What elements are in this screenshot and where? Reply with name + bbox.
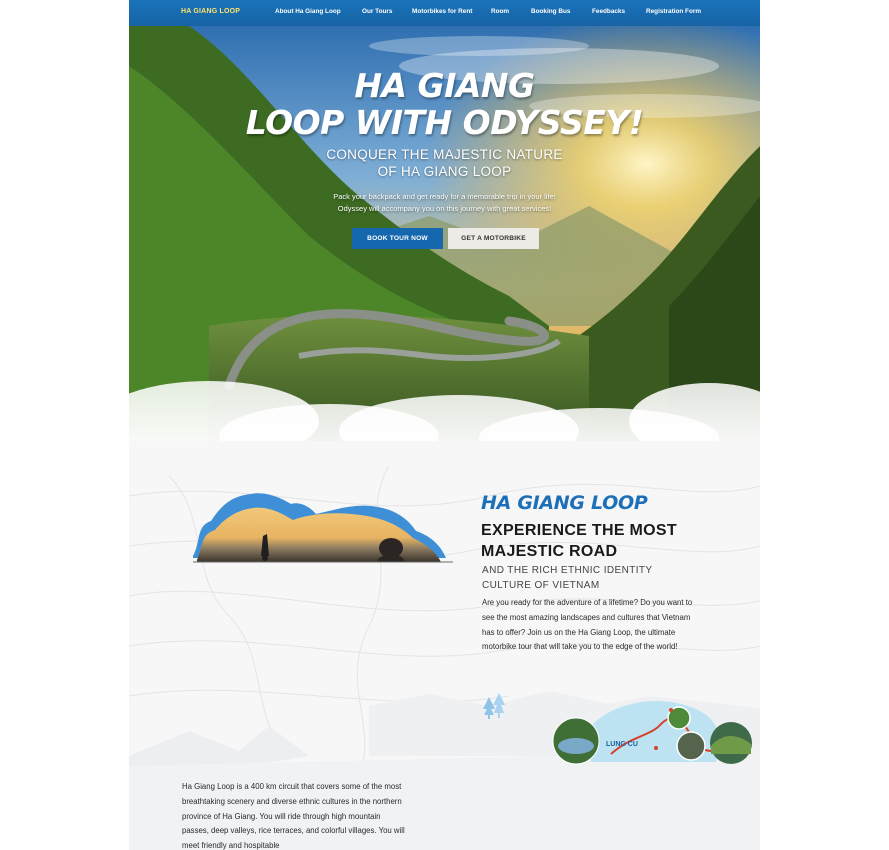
section-subheading-line-2: CULTURE OF VIETNAM [482, 580, 600, 591]
book-tour-button[interactable]: BOOK TOUR NOW [352, 228, 443, 249]
top-nav: HA GIANG LOOP About Ha Giang Loop Our To… [129, 0, 760, 26]
section-heading-line-1: EXPERIENCE THE MOST [481, 522, 677, 539]
nav-item-motorbikes[interactable]: Motorbikes for Rent [412, 8, 472, 15]
nav-item-room[interactable]: Room [491, 8, 509, 15]
nav-item-about[interactable]: About Ha Giang Loop [275, 8, 341, 15]
hero-title-line-1: HA GIANG [354, 66, 535, 105]
nav-item-tours[interactable]: Our Tours [362, 8, 392, 15]
section-heading-line-2: MAJESTIC ROAD [481, 543, 618, 560]
page: HA GIANG LOOP About Ha Giang Loop Our To… [129, 0, 760, 850]
section-script-title: HA GIANG LOOP [481, 492, 648, 514]
intro-photo [193, 493, 453, 563]
hero-description-line-2: Odyssey will accompany you on this journ… [337, 204, 552, 213]
hero-description-line-1: Pack your backpack and get ready for a m… [333, 192, 556, 201]
get-motorbike-button[interactable]: GET A MOTORBIKE [448, 228, 539, 249]
nav-item-feedbacks[interactable]: Feedbacks [592, 8, 625, 15]
route-map [552, 700, 752, 765]
brand-logo[interactable]: HA GIANG LOOP [181, 8, 240, 15]
hero-section: HA GIANG LOOP WITH ODYSSEY! CONQUER THE … [129, 26, 760, 456]
pine-tree-icon [483, 693, 505, 719]
nav-item-booking-bus[interactable]: Booking Bus [531, 8, 570, 15]
section-intro-text: Are you ready for the adventure of a lif… [482, 598, 693, 652]
hero-subtitle-line-1: CONQUER THE MAJESTIC NATURE [326, 147, 563, 162]
about-text: Ha Giang Loop is a 400 km circuit that c… [182, 782, 405, 850]
section-subheading-line-1: AND THE RICH ETHNIC IDENTITY [482, 565, 653, 576]
nav-item-registration[interactable]: Registration Form [646, 8, 701, 15]
section-heading: EXPERIENCE THE MOST MAJESTIC ROAD [481, 520, 711, 562]
map-label-lung-cu: LUNG CU [606, 741, 638, 748]
section-subheading: AND THE RICH ETHNIC IDENTITY CULTURE OF … [482, 563, 682, 593]
hero-subtitle-line-2: OF HA GIANG LOOP [377, 164, 512, 179]
hero-title-line-2: LOOP WITH ODYSSEY! [245, 103, 644, 142]
